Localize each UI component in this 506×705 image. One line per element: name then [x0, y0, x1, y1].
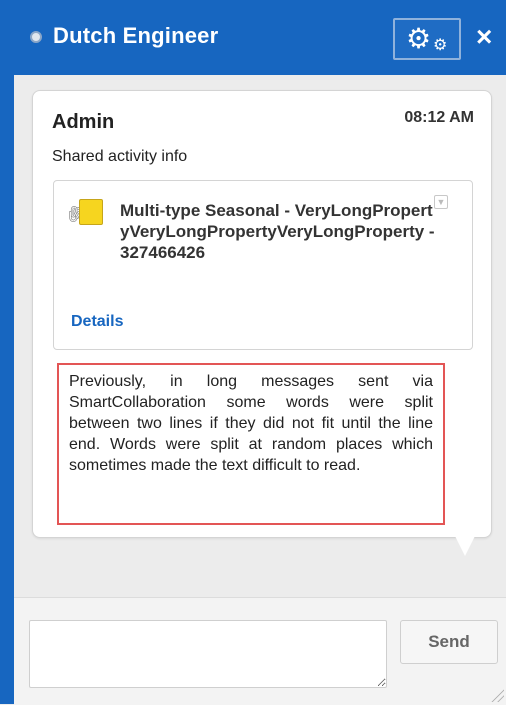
details-link[interactable]: Details [71, 313, 123, 331]
message-time: 08:12 AM [404, 109, 474, 126]
status-indicator-icon [30, 31, 42, 43]
resize-handle[interactable] [488, 686, 504, 702]
settings-button[interactable]: ⚙ ⚙ [393, 18, 461, 60]
attachment-title: Multi-type Seasonal - VeryLongPropertyVe… [120, 201, 435, 262]
gear-icon: ⚙ [406, 23, 432, 54]
close-icon[interactable]: × [476, 22, 492, 52]
attachment-card[interactable]: 🖇 Multi-type Seasonal - VeryLongProperty… [53, 180, 473, 350]
message-input[interactable] [29, 620, 387, 688]
gear-small-icon: ⚙ [433, 37, 448, 54]
bubble-tail [452, 530, 478, 556]
document-icon [79, 199, 103, 225]
attachment-menu-icon[interactable]: ▼ [434, 195, 448, 209]
window-left-border [0, 75, 14, 704]
message-subtitle: Shared activity info [52, 148, 188, 165]
chat-title: Dutch Engineer [53, 23, 219, 48]
message-bubble: Admin 08:12 AM Shared activity info 🖇 Mu… [32, 90, 492, 538]
message-body: Previously, in long messages sent via Sm… [57, 363, 445, 525]
message-sender: Admin [52, 111, 115, 133]
send-button[interactable]: Send [400, 620, 498, 664]
